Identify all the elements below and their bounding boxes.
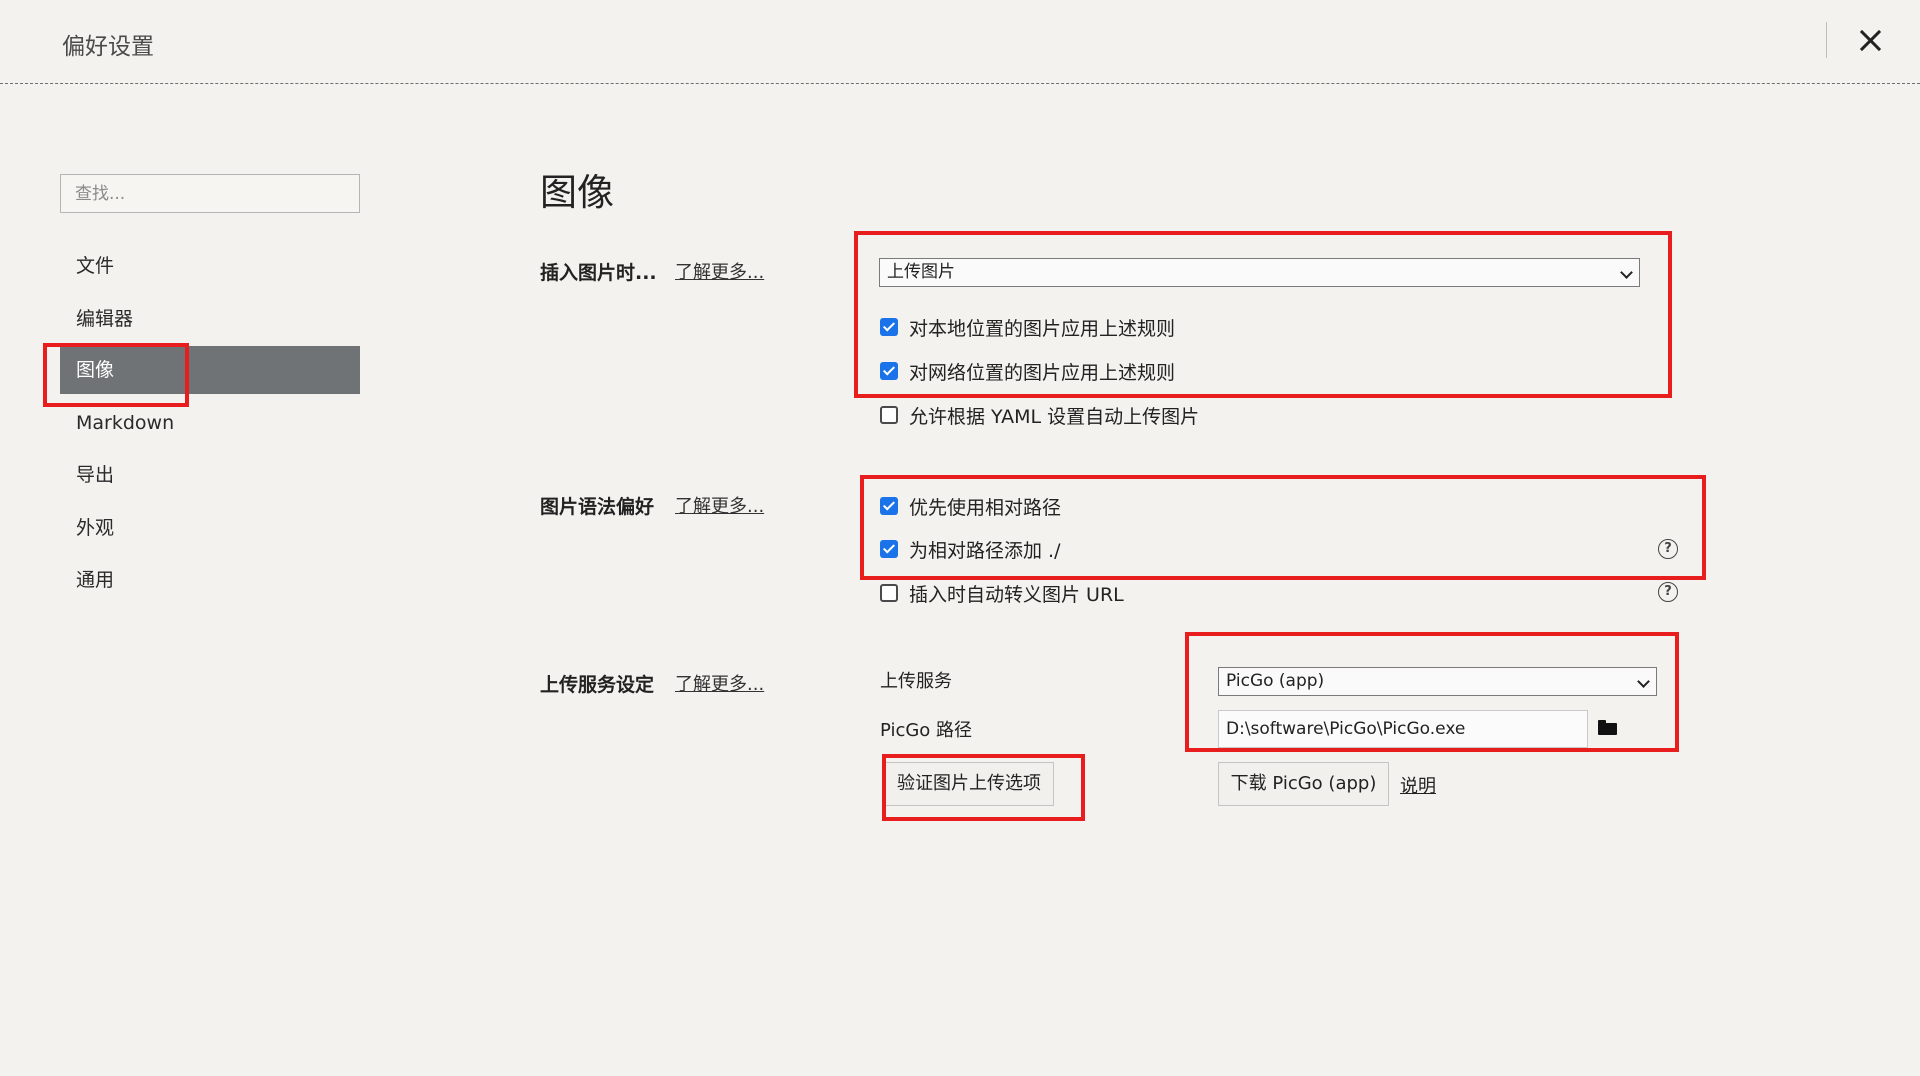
upload-learn-more-link[interactable]: 了解更多...	[675, 670, 764, 696]
option-label: 允许根据 YAML 设置自动上传图片	[909, 405, 1200, 428]
upload-section-label: 上传服务设定	[540, 674, 655, 696]
option-label: 优先使用相对路径	[909, 496, 1062, 519]
option-label: 插入时自动转义图片 URL	[909, 583, 1124, 606]
escape-url-option[interactable]: 插入时自动转义图片 URL	[880, 580, 1124, 606]
syntax-learn-more-link[interactable]: 了解更多...	[675, 492, 764, 518]
upload-service-label: 上传服务	[880, 671, 952, 692]
yaml-upload-option[interactable]: 允许根据 YAML 设置自动上传图片	[880, 402, 1199, 428]
window-title: 偏好设置	[62, 34, 154, 60]
chevron-down-icon	[1620, 266, 1633, 279]
help-link[interactable]: 说明	[1400, 772, 1436, 798]
chevron-down-icon	[1637, 675, 1650, 688]
option-label: 对网络位置的图片应用上述规则	[909, 361, 1176, 384]
close-icon[interactable]	[1850, 20, 1890, 60]
sidebar-item-appearance[interactable]: 外观	[60, 504, 360, 552]
network-images-option[interactable]: 对网络位置的图片应用上述规则	[880, 358, 1175, 384]
sidebar-item-editor[interactable]: 编辑器	[60, 295, 360, 343]
upload-service-value: PicGo (app)	[1226, 671, 1325, 691]
sidebar-item-markdown[interactable]: Markdown	[60, 399, 360, 447]
sidebar-item-export[interactable]: 导出	[60, 451, 360, 499]
picgo-path-label: PicGo 路径	[880, 720, 973, 741]
window-header: 偏好设置	[0, 0, 1920, 84]
insert-action-select[interactable]: 上传图片	[879, 258, 1640, 287]
verify-upload-button[interactable]: 验证图片上传选项	[884, 762, 1054, 806]
checkbox-unchecked[interactable]	[880, 406, 898, 424]
relative-path-option[interactable]: 优先使用相对路径	[880, 493, 1061, 519]
dot-slash-option[interactable]: 为相对路径添加 ./	[880, 536, 1060, 562]
checkbox-checked[interactable]	[880, 540, 898, 558]
option-label: 为相对路径添加 ./	[909, 539, 1061, 562]
page-title: 图像	[540, 171, 614, 214]
insert-section-label: 插入图片时...	[540, 262, 657, 284]
search-input[interactable]	[60, 174, 360, 213]
checkbox-unchecked[interactable]	[880, 584, 898, 602]
syntax-section-label: 图片语法偏好	[540, 496, 655, 518]
option-label: 对本地位置的图片应用上述规则	[909, 317, 1176, 340]
checkbox-checked[interactable]	[880, 362, 898, 380]
checkbox-checked[interactable]	[880, 497, 898, 515]
insert-learn-more-link[interactable]: 了解更多...	[675, 258, 764, 284]
header-divider	[1826, 22, 1827, 58]
insert-action-value: 上传图片	[887, 262, 955, 282]
sidebar-item-image[interactable]: 图像	[60, 346, 360, 394]
sidebar-item-file[interactable]: 文件	[60, 242, 360, 290]
annotation-box	[860, 475, 1706, 580]
picgo-path-input[interactable]	[1218, 710, 1588, 748]
local-images-option[interactable]: 对本地位置的图片应用上述规则	[880, 314, 1175, 340]
help-icon[interactable]: ?	[1658, 582, 1678, 602]
help-icon[interactable]: ?	[1658, 539, 1678, 559]
upload-service-select[interactable]: PicGo (app)	[1218, 667, 1657, 696]
sidebar-item-general[interactable]: 通用	[60, 556, 360, 604]
checkbox-checked[interactable]	[880, 318, 898, 336]
folder-icon[interactable]	[1598, 720, 1617, 735]
download-picgo-button[interactable]: 下载 PicGo (app)	[1218, 762, 1389, 806]
